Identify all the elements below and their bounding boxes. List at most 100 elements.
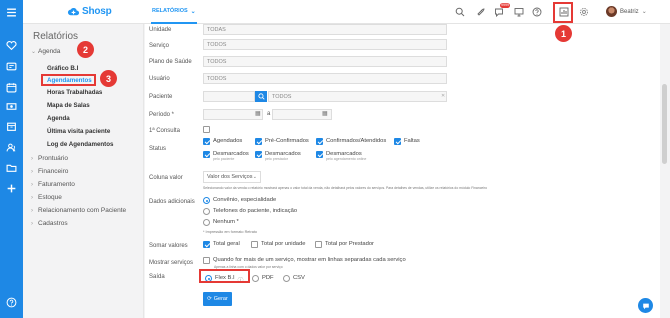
sidebar-item-grafico-bi[interactable]: Gráfico B.I bbox=[47, 65, 78, 72]
status-option[interactable]: Desmarcados pelo prestador bbox=[255, 151, 301, 161]
users-icon[interactable] bbox=[5, 141, 18, 153]
plus-icon[interactable] bbox=[5, 182, 18, 194]
radio[interactable] bbox=[203, 208, 210, 215]
label-coluna-valor: Coluna valor bbox=[149, 175, 183, 181]
gear-icon[interactable] bbox=[578, 6, 590, 18]
option-label: Nenhum * bbox=[213, 219, 239, 225]
sidebar-group-financeiro[interactable]: › Financeiro bbox=[31, 168, 68, 175]
calendar-icon[interactable]: ▦ bbox=[255, 110, 261, 117]
id-card-icon[interactable] bbox=[5, 60, 18, 72]
sidebar-group-cadastros[interactable]: › Cadastros bbox=[31, 220, 68, 227]
dados-option[interactable]: Convênio, especialidade bbox=[203, 197, 276, 204]
option-label: Faltas bbox=[404, 138, 420, 144]
scrollbar[interactable] bbox=[660, 24, 670, 318]
sidebar-group-label: Estoque bbox=[38, 194, 62, 201]
generate-button[interactable]: ⟳ Gerar bbox=[203, 292, 232, 306]
option-label: Total geral bbox=[213, 241, 240, 247]
monitor-icon[interactable] bbox=[513, 6, 525, 18]
checkbox[interactable] bbox=[255, 138, 262, 145]
somar-option[interactable]: Total por unidade bbox=[251, 241, 305, 248]
dados-option[interactable]: Telefones do paciente, indicação bbox=[203, 208, 297, 215]
option-label: Pré-Confirmados bbox=[265, 138, 309, 144]
chevron-right-icon: › bbox=[31, 156, 33, 162]
checkbox[interactable] bbox=[255, 151, 262, 158]
calendar-icon[interactable] bbox=[5, 81, 18, 93]
label-somar-valores: Somar valores bbox=[149, 243, 188, 249]
chat-widget-button[interactable] bbox=[638, 298, 653, 313]
checkbox[interactable] bbox=[251, 241, 258, 248]
sidebar-item-log-agendamentos[interactable]: Log de Agendamentos bbox=[47, 141, 113, 148]
menu-icon[interactable] bbox=[5, 6, 18, 18]
option-sublabel: pelo agendamento online bbox=[326, 157, 367, 161]
somar-option[interactable]: Total geral bbox=[203, 241, 240, 248]
plano-field[interactable]: TODOS bbox=[203, 56, 447, 67]
search-icon[interactable] bbox=[454, 6, 466, 18]
label-status: Status bbox=[149, 146, 167, 152]
box-icon[interactable] bbox=[5, 120, 18, 132]
paciente-id-field[interactable] bbox=[203, 91, 255, 102]
cash-icon[interactable] bbox=[5, 100, 18, 112]
option-label: Convênio, especialidade bbox=[213, 197, 277, 203]
coluna-valor-select[interactable]: Valor dos Serviços ⌄ bbox=[203, 171, 261, 183]
status-option[interactable]: Desmarcados pelo agendamento online bbox=[316, 151, 366, 161]
calendar-icon[interactable]: ▦ bbox=[322, 110, 328, 117]
chevron-right-icon: › bbox=[31, 182, 33, 188]
annotation-3: 3 bbox=[100, 70, 117, 87]
dados-option[interactable]: Nenhum * bbox=[203, 219, 239, 226]
mostrar-option[interactable]: Quando for mais de um serviço, mostrar e… bbox=[203, 257, 406, 264]
sidebar-group-relacionamento[interactable]: › Relacionamento com Paciente bbox=[31, 207, 126, 214]
radio[interactable] bbox=[203, 219, 210, 226]
radio[interactable] bbox=[203, 197, 210, 204]
notification-badge: 9999 bbox=[500, 3, 510, 8]
checkbox[interactable] bbox=[203, 241, 210, 248]
help-icon[interactable] bbox=[5, 296, 18, 308]
paciente-search-button[interactable] bbox=[255, 91, 267, 102]
radio[interactable] bbox=[252, 275, 259, 282]
saida-option-csv[interactable]: CSV bbox=[283, 275, 305, 282]
scrollbar-thumb[interactable] bbox=[662, 84, 667, 164]
option-label: CSV bbox=[293, 275, 305, 281]
sidebar-group-estoque[interactable]: › Estoque bbox=[31, 194, 62, 201]
heart-icon[interactable] bbox=[5, 39, 18, 51]
sidebar-item-horas-trabalhadas[interactable]: Horas Trabalhadas bbox=[47, 89, 102, 96]
status-option[interactable]: Desmarcados pelo paciente bbox=[203, 151, 249, 161]
checkbox[interactable] bbox=[316, 138, 323, 145]
checkbox[interactable] bbox=[203, 257, 210, 264]
user-menu[interactable]: Beatriz ⌄ bbox=[606, 6, 647, 17]
usuario-field[interactable]: TODOS bbox=[203, 73, 447, 84]
checkbox[interactable] bbox=[315, 241, 322, 248]
sidebar-item-ultima-visita[interactable]: Última visita paciente bbox=[47, 128, 110, 135]
periodo-start-field[interactable] bbox=[203, 109, 263, 120]
clear-icon[interactable]: ✕ bbox=[441, 93, 445, 99]
status-option[interactable]: Faltas bbox=[394, 138, 420, 145]
status-option[interactable]: Pré-Confirmados bbox=[255, 138, 309, 145]
status-option[interactable]: Confirmados/Atendidos bbox=[316, 138, 386, 145]
checkbox[interactable] bbox=[394, 138, 401, 145]
folder-icon[interactable] bbox=[5, 161, 18, 173]
saida-option-pdf[interactable]: PDF bbox=[252, 275, 274, 282]
sidebar-item-agenda[interactable]: Agenda bbox=[47, 115, 70, 122]
label-saida: Saída bbox=[149, 274, 165, 280]
question-icon[interactable] bbox=[531, 6, 543, 18]
primeira-consulta-checkbox[interactable] bbox=[203, 126, 210, 133]
checkbox[interactable] bbox=[203, 151, 210, 158]
option-sublabel: pelo paciente bbox=[213, 157, 235, 161]
shosp-logo[interactable]: Shosp bbox=[67, 5, 112, 18]
rocket-icon[interactable] bbox=[474, 6, 486, 18]
servico-field[interactable]: TODOS bbox=[203, 39, 447, 50]
chevron-right-icon: › bbox=[31, 195, 33, 201]
sidebar-group-faturamento[interactable]: › Faturamento bbox=[31, 181, 75, 188]
checkbox[interactable] bbox=[203, 138, 210, 145]
paciente-name-field[interactable]: TODOS bbox=[268, 91, 447, 102]
chat-bubble-icon[interactable]: 9999 bbox=[493, 3, 510, 18]
unidade-field[interactable]: TODAS bbox=[203, 24, 447, 35]
checkbox[interactable] bbox=[316, 151, 323, 158]
sidebar-group-prontuario[interactable]: › Prontuário bbox=[31, 155, 68, 162]
logo-text: Shosp bbox=[82, 6, 112, 17]
radio[interactable] bbox=[283, 275, 290, 282]
sidebar-item-mapa-salas[interactable]: Mapa de Salas bbox=[47, 102, 90, 109]
sidebar-group-agenda[interactable]: ⌄ Agenda bbox=[31, 48, 60, 55]
status-option[interactable]: Agendados bbox=[203, 138, 242, 145]
nav-reports-dropdown[interactable]: RELATÓRIOS ⌄ bbox=[151, 0, 197, 24]
somar-option[interactable]: Total por Prestador bbox=[315, 241, 374, 248]
